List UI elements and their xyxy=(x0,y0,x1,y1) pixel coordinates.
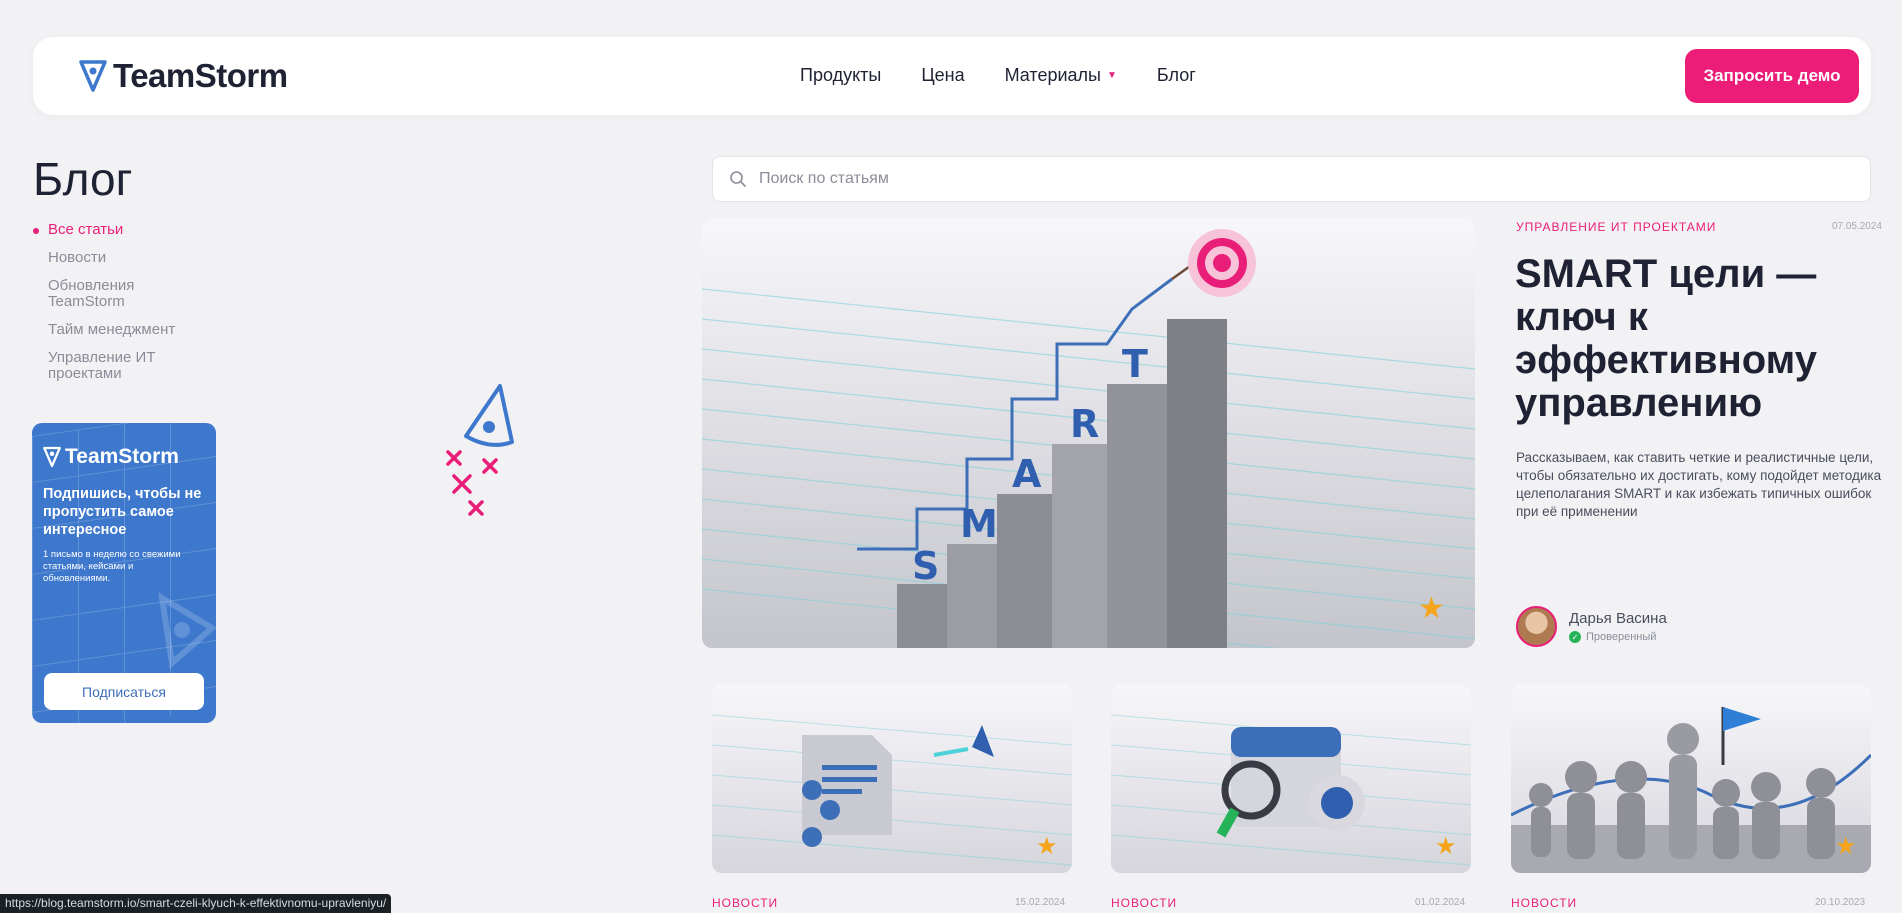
subscribe-logo: TeamStorm xyxy=(43,445,179,469)
team-figures-illustration xyxy=(1511,707,1871,873)
star-icon[interactable]: ★ xyxy=(1435,832,1457,861)
category-it-projects[interactable]: Управление ИТ проектами xyxy=(33,350,163,382)
logo-text: TeamStorm xyxy=(113,57,288,94)
card-date-2: 01.02.2024 xyxy=(1415,897,1466,908)
featured-title[interactable]: SMART цели — ключ к эффективному управле… xyxy=(1515,253,1845,425)
featured-article-image[interactable]: S M A R T ★ xyxy=(702,219,1475,648)
subscribe-card: TeamStorm Подпишись, чтобы не пропустить… xyxy=(32,423,216,723)
nav-materials-label: Материалы xyxy=(1004,65,1101,85)
main-nav: Продукты Цена Материалы ▼ Блог xyxy=(800,65,1196,86)
card-category-1[interactable]: НОВОСТИ xyxy=(712,896,778,910)
card-date-3: 20.10.2023 xyxy=(1815,897,1866,908)
subscribe-button[interactable]: Подписаться xyxy=(44,673,204,710)
avatar xyxy=(1516,606,1557,647)
status-url: https://blog.teamstorm.io/smart-czeli-kl… xyxy=(0,894,392,913)
star-icon[interactable]: ★ xyxy=(1835,832,1857,861)
category-list: Все статьи Новости Обновления TeamStorm … xyxy=(33,222,193,394)
request-demo-button[interactable]: Запросить демо xyxy=(1685,49,1859,103)
card-category-3[interactable]: НОВОСТИ xyxy=(1511,896,1577,910)
smart-stairs-illustration: S M A R T xyxy=(702,229,1475,648)
card-image-2[interactable]: ★ xyxy=(1111,685,1471,873)
nav-products[interactable]: Продукты xyxy=(800,65,881,86)
subscribe-title: Подпишись, чтобы не пропустить самое инт… xyxy=(43,486,202,538)
stair-letter-r: R xyxy=(1070,402,1099,446)
card-image-1[interactable]: ★ xyxy=(712,685,1072,873)
card-category-2[interactable]: НОВОСТИ xyxy=(1111,896,1177,910)
subscribe-desc: 1 письмо в неделю со свежими статьями, к… xyxy=(43,549,181,584)
stair-letter-t: T xyxy=(1122,342,1148,386)
chevron-down-icon: ▼ xyxy=(1107,70,1117,81)
document-network-illustration xyxy=(712,714,1072,866)
logo[interactable]: TeamStorm xyxy=(79,57,288,95)
site-header: TeamStorm Продукты Цена Материалы ▼ Блог… xyxy=(33,37,1871,115)
logo-icon xyxy=(79,60,107,92)
featured-category[interactable]: УПРАВЛЕНИЕ ИТ ПРОЕКТАМИ xyxy=(1516,220,1716,234)
card-date-1: 15.02.2024 xyxy=(1015,897,1066,908)
featured-date: 07.05.2024 xyxy=(1831,221,1882,232)
category-updates[interactable]: Обновления TeamStorm xyxy=(33,278,143,310)
search-icon xyxy=(730,171,746,187)
page-title: Блог xyxy=(33,153,133,205)
logo-icon xyxy=(43,446,61,468)
rocket-watermark-icon xyxy=(158,592,216,669)
category-news[interactable]: Новости xyxy=(33,250,193,266)
calendar-search-illustration xyxy=(1111,714,1471,866)
featured-desc: Рассказываем, как ставить четкие и реали… xyxy=(1516,450,1882,519)
nav-materials[interactable]: Материалы ▼ xyxy=(1005,65,1117,86)
category-time-management[interactable]: Тайм менеджмент xyxy=(33,322,193,338)
verified-label: Проверенный xyxy=(1586,631,1657,643)
search-input[interactable] xyxy=(759,170,1759,188)
stair-letter-s: S xyxy=(912,544,939,588)
subscribe-logo-text: TeamStorm xyxy=(65,445,179,468)
verified-check-icon: ✓ xyxy=(1569,631,1581,643)
star-icon[interactable]: ★ xyxy=(1418,591,1445,626)
star-icon[interactable]: ★ xyxy=(1036,832,1058,861)
search-box[interactable] xyxy=(712,156,1871,202)
author-name: Дарья Васина xyxy=(1569,610,1667,627)
nav-blog[interactable]: Блог xyxy=(1157,65,1196,86)
nav-price[interactable]: Цена xyxy=(921,65,964,86)
author-block[interactable]: Дарья Васина ✓ Проверенный xyxy=(1516,606,1667,647)
verified-badge: ✓ Проверенный xyxy=(1569,631,1667,643)
card-image-3[interactable]: ★ xyxy=(1511,685,1871,873)
category-all[interactable]: Все статьи xyxy=(33,222,193,238)
stair-letter-m: M xyxy=(960,502,998,546)
rocket-icon xyxy=(446,384,514,516)
stair-letter-a: A xyxy=(1012,452,1042,496)
